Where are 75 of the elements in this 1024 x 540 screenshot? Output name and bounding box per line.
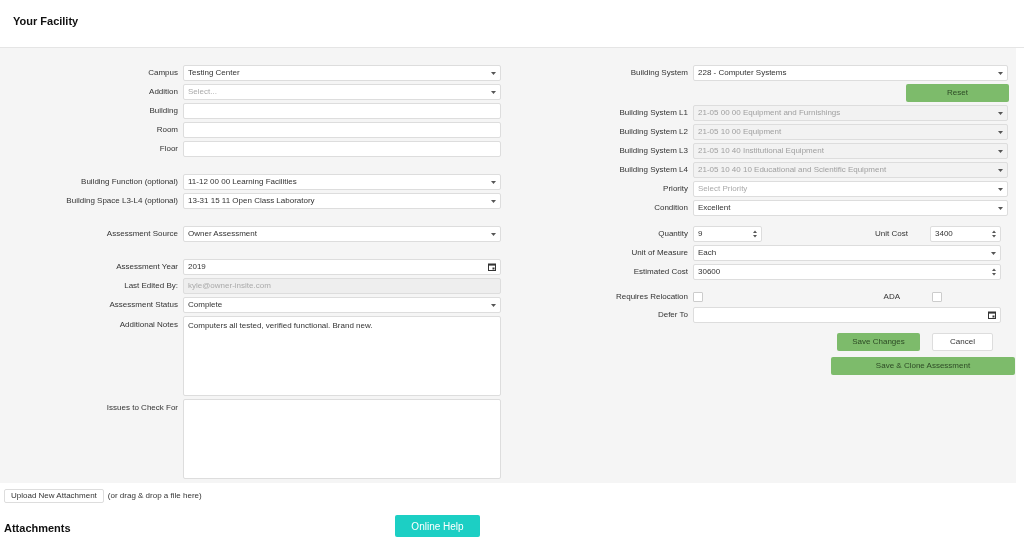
field-label: Additional Notes [119, 319, 178, 331]
checkbox[interactable] [932, 292, 942, 302]
field-label: Building Space L3-L4 (optional) [66, 195, 178, 207]
caret-icon [491, 180, 496, 184]
field-label: ADA [883, 291, 900, 303]
field-label: Estimated Cost [633, 266, 688, 278]
calendar-icon [488, 263, 496, 271]
caret-icon [491, 90, 496, 94]
read-only-field: kyle@owner-insite.com [183, 278, 501, 294]
text-field[interactable] [183, 141, 501, 157]
section-title: Attachments [4, 522, 71, 534]
caret-icon [998, 130, 1003, 134]
field-label: Quantity [658, 228, 688, 240]
select-field[interactable]: Owner Assessment [183, 226, 501, 242]
select-field[interactable]: 228 - Computer Systems [693, 65, 1008, 81]
caret-icon [491, 232, 496, 236]
select-field[interactable]: Each [693, 245, 1001, 261]
spinner-icon[interactable] [992, 230, 996, 238]
field-label: Assessment Year [116, 261, 178, 273]
caret-icon [998, 168, 1003, 172]
field-label: Last Edited By: [124, 280, 178, 292]
form-button[interactable]: Save Changes [837, 333, 920, 351]
caret-icon [998, 187, 1003, 191]
date-field[interactable] [693, 307, 1001, 323]
field-label: Assessment Source [106, 228, 178, 240]
field-label: Floor [159, 143, 178, 155]
select-field[interactable]: 11-12 00 00 Learning Facilities [183, 174, 501, 190]
caret-icon [491, 303, 496, 307]
field-label: Room [156, 124, 178, 136]
field-label: Building System [630, 67, 688, 79]
spinner-icon[interactable] [992, 268, 996, 276]
page-title: Your Facility [13, 15, 79, 27]
caret-icon [998, 206, 1003, 210]
caret-icon [991, 251, 996, 255]
field-label: Defer To [657, 309, 688, 321]
number-field[interactable]: 9 [693, 226, 762, 242]
field-label: Building System L3 [619, 145, 688, 157]
field-label: Unit of Measure [631, 247, 688, 259]
select-field[interactable]: Testing Center [183, 65, 501, 81]
text-field[interactable] [183, 103, 501, 119]
text-field[interactable] [183, 122, 501, 138]
text-area[interactable] [183, 399, 501, 479]
date-field[interactable]: 2019 [183, 259, 501, 275]
number-field[interactable]: 30600 [693, 264, 1001, 280]
select-field[interactable]: Excellent [693, 200, 1008, 216]
field-label: Building System L2 [619, 126, 688, 138]
field-label: Campus [148, 67, 178, 79]
caret-icon [491, 199, 496, 203]
save-clone-button[interactable]: Save & Clone Assessment [831, 357, 1015, 375]
caret-icon [491, 71, 496, 75]
field-label: Issues to Check For [106, 402, 178, 414]
caret-icon [998, 111, 1003, 115]
select-field[interactable]: 13-31 15 11 Open Class Laboratory [183, 193, 501, 209]
reset-button[interactable]: Reset [906, 84, 1009, 102]
field-label: Requires Relocation [615, 291, 688, 303]
form-button[interactable]: Cancel [932, 333, 993, 351]
select-field[interactable]: Complete [183, 297, 501, 313]
number-field[interactable]: 3400 [930, 226, 1001, 242]
text-area[interactable]: Computers all tested, verified functional. Brand new. [183, 316, 501, 396]
spinner-icon[interactable] [753, 230, 757, 238]
field-label: Addition [149, 86, 178, 98]
field-label: Building [149, 105, 178, 117]
upload-button[interactable]: Upload New Attachment [4, 489, 104, 503]
field-label: Building System L1 [619, 107, 688, 119]
caret-icon [998, 149, 1003, 153]
field-label: Priority [663, 183, 688, 195]
field-label: Building Function (optional) [81, 176, 178, 188]
field-label: Assessment Status [109, 299, 178, 311]
caret-icon [998, 71, 1003, 75]
field-label: Condition [654, 202, 688, 214]
field-label: Unit Cost [875, 228, 908, 240]
field-label: Building System L4 [619, 164, 688, 176]
drop-hint: (or drag & drop a file here) [107, 490, 202, 502]
calendar-icon [988, 311, 996, 319]
checkbox[interactable] [693, 292, 703, 302]
